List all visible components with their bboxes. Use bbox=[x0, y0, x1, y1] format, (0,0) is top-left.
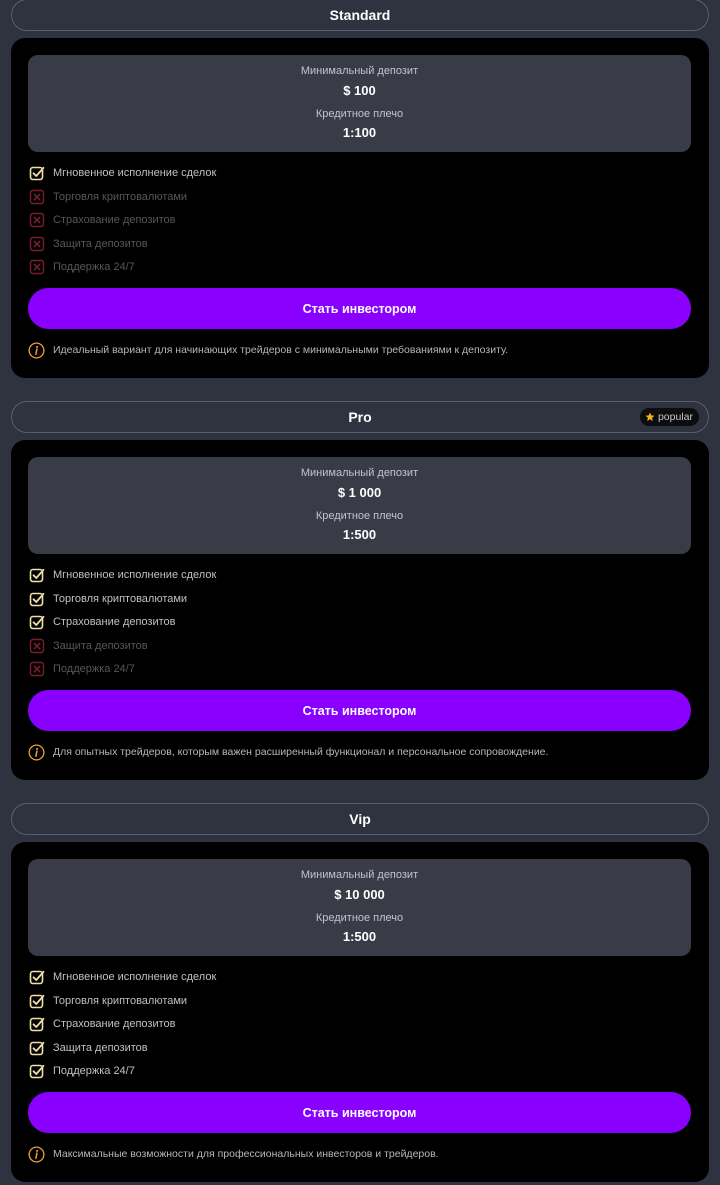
feature-item: Торговля криптовалютами bbox=[29, 188, 187, 206]
min-deposit-label: Минимальный депозит bbox=[300, 467, 419, 479]
feature-label: Защита депозитов bbox=[53, 639, 148, 652]
feature-item: Торговля криптовалютами bbox=[29, 590, 187, 608]
cross-box-icon bbox=[29, 259, 45, 275]
plan-card: Минимальный депозит $ 10 000 Кредитное пле… bbox=[11, 842, 709, 1182]
leverage-label: Кредитное плечо bbox=[315, 510, 404, 522]
become-investor-button[interactable]: Стать инвестором bbox=[28, 690, 691, 731]
badge-label: popular bbox=[657, 411, 693, 423]
plan-note: Максимальные возможности для профессиона… bbox=[28, 1145, 439, 1163]
plan-card: Минимальный депозит $ 100 Кредитное плечо 1… bbox=[11, 38, 709, 378]
info-icon bbox=[28, 1145, 45, 1163]
checkbox-checked-icon bbox=[29, 1040, 45, 1056]
checkbox-checked-icon bbox=[29, 591, 45, 607]
feature-item: Защита депозитов bbox=[29, 637, 148, 655]
feature-item: Поддержка 24/7 bbox=[29, 258, 135, 276]
feature-item: Поддержка 24/7 bbox=[29, 660, 135, 678]
leverage-value: 1:500 bbox=[342, 527, 377, 542]
feature-item: Торговля криптовалютами bbox=[29, 992, 187, 1010]
plan-title: Vip bbox=[349, 811, 371, 827]
feature-label: Поддержка 24/7 bbox=[53, 663, 135, 675]
plan-note-text: Максимальные возможности для профессиона… bbox=[53, 1148, 439, 1160]
plan-card: Минимальный депозит $ 1 000 Кредитное плеч… bbox=[11, 440, 709, 780]
checkbox-checked-icon bbox=[29, 567, 45, 583]
plan-stats: Минимальный депозит $ 10 000 Кредитное пле… bbox=[28, 859, 691, 956]
feature-label: Страхование депозитов bbox=[53, 1018, 176, 1030]
plan-header[interactable]: Standard bbox=[11, 0, 709, 31]
feature-label: Поддержка 24/7 bbox=[53, 261, 135, 273]
min-deposit-value: $ 10 000 bbox=[334, 887, 385, 902]
leverage-value: 1:100 bbox=[342, 125, 377, 140]
checkbox-checked-icon bbox=[29, 1063, 45, 1079]
plan-note: Для опытных трейдеров, которым важен рас… bbox=[28, 743, 548, 761]
become-investor-button[interactable]: Стать инвестором bbox=[28, 1092, 691, 1133]
feature-label: Поддержка 24/7 bbox=[53, 1065, 135, 1077]
feature-item: Страхование депозитов bbox=[29, 613, 176, 631]
become-investor-button[interactable]: Стать инвестором bbox=[28, 288, 691, 329]
plan-header[interactable]: Pro popular bbox=[11, 401, 709, 433]
min-deposit-label: Минимальный депозит bbox=[300, 65, 419, 77]
feature-label: Мгновенное исполнение сделок bbox=[53, 971, 217, 983]
feature-item: Мгновенное исполнение сделок bbox=[29, 566, 216, 584]
cross-box-icon bbox=[29, 638, 45, 654]
plan-header[interactable]: Vip bbox=[11, 803, 709, 835]
plan-title: Pro bbox=[348, 409, 372, 425]
leverage-value: 1:500 bbox=[342, 929, 377, 944]
feature-label: Страхование депозитов bbox=[53, 214, 176, 226]
feature-label: Торговля криптовалютами bbox=[53, 592, 188, 605]
feature-item: Защита депозитов bbox=[29, 1039, 148, 1057]
feature-item: Мгновенное исполнение сделок bbox=[29, 968, 216, 986]
feature-label: Защита депозитов bbox=[53, 237, 148, 250]
min-deposit-label: Минимальный депозит bbox=[300, 869, 419, 881]
feature-item: Поддержка 24/7 bbox=[29, 1062, 135, 1080]
plan-stats: Минимальный депозит $ 100 Кредитное плечо 1… bbox=[28, 55, 691, 152]
checkbox-checked-icon bbox=[29, 993, 45, 1009]
plan-note-text: Для опытных трейдеров, которым важен рас… bbox=[53, 746, 549, 758]
checkbox-checked-icon bbox=[29, 165, 45, 181]
leverage-label: Кредитное плечо bbox=[315, 108, 404, 120]
info-icon bbox=[28, 341, 45, 359]
feature-label: Торговля криптовалютами bbox=[53, 190, 188, 203]
feature-item: Страхование депозитов bbox=[29, 1015, 176, 1033]
feature-label: Страхование депозитов bbox=[53, 616, 176, 628]
leverage-label: Кредитное плечо bbox=[315, 912, 404, 924]
feature-item: Мгновенное исполнение сделок bbox=[29, 164, 216, 182]
plan-stats: Минимальный депозит $ 1 000 Кредитное плеч… bbox=[28, 457, 691, 554]
feature-item: Страхование депозитов bbox=[29, 211, 176, 229]
feature-item: Защита депозитов bbox=[29, 235, 148, 253]
cross-box-icon bbox=[29, 236, 45, 252]
feature-label: Защита депозитов bbox=[53, 1041, 148, 1054]
plan-note: Идеальный вариант для начинающих трейдер… bbox=[28, 341, 508, 359]
info-icon bbox=[28, 743, 45, 761]
cross-box-icon bbox=[29, 189, 45, 205]
feature-label: Торговля криптовалютами bbox=[53, 994, 188, 1007]
checkbox-checked-icon bbox=[29, 614, 45, 630]
min-deposit-value: $ 100 bbox=[343, 83, 376, 98]
checkbox-checked-icon bbox=[29, 1016, 45, 1032]
plan-note-text: Идеальный вариант для начинающих трейдер… bbox=[53, 344, 509, 356]
checkbox-checked-icon bbox=[29, 969, 45, 985]
feature-label: Мгновенное исполнение сделок bbox=[53, 167, 217, 179]
feature-label: Мгновенное исполнение сделок bbox=[53, 569, 217, 581]
min-deposit-value: $ 1 000 bbox=[337, 485, 382, 500]
plan-title: Standard bbox=[329, 7, 391, 23]
popular-badge: popular bbox=[639, 408, 699, 426]
cross-box-icon bbox=[29, 661, 45, 677]
star-icon bbox=[645, 412, 655, 422]
cross-box-icon bbox=[29, 212, 45, 228]
